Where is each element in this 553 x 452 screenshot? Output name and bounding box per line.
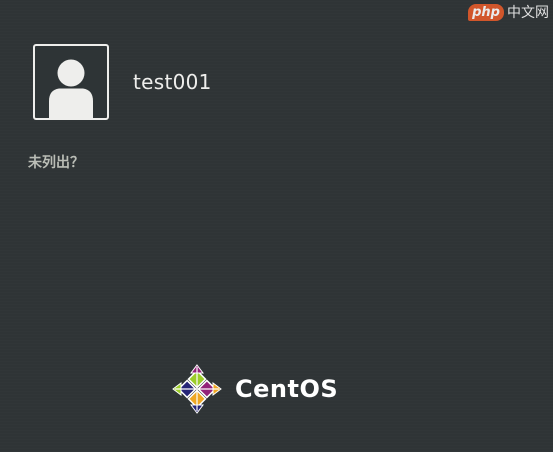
login-screen: php 中文网 test001 未列出？ CentOS	[0, 0, 553, 452]
watermark-text: 中文网	[507, 5, 549, 21]
user-avatar-icon	[49, 59, 93, 118]
distro-brand: CentOS	[171, 363, 338, 415]
username-label: test001	[133, 70, 212, 94]
watermark: php 中文网	[468, 2, 549, 22]
user-list-item[interactable]: test001	[33, 44, 212, 120]
brand-name: CentOS	[235, 375, 339, 403]
avatar	[33, 44, 109, 120]
watermark-badge: php	[468, 3, 504, 21]
not-listed-button[interactable]: 未列出？	[28, 152, 84, 172]
centos-logo-icon	[172, 364, 222, 414]
